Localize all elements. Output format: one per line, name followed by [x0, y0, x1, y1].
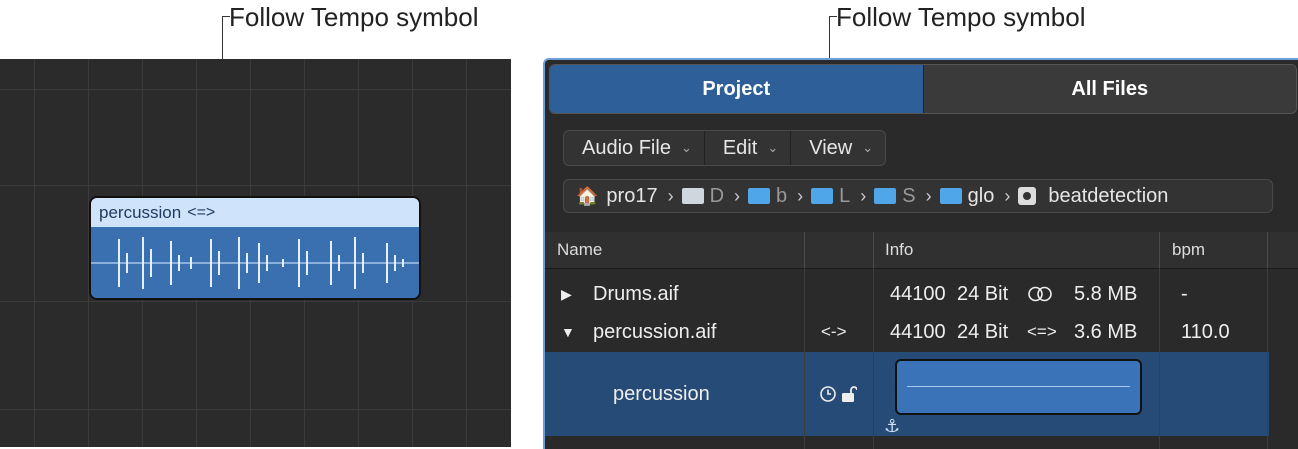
path-item-disk[interactable]: beatdetection — [1018, 185, 1168, 208]
follow-tempo-symbol: <=> — [187, 203, 216, 221]
view-menu[interactable]: View ⌄ — [791, 131, 885, 165]
sample-rate: 44100 — [890, 282, 946, 305]
path-item-label: beatdetection — [1048, 184, 1169, 207]
track-separator — [0, 301, 511, 302]
anchor-icon[interactable]: ⚓ — [884, 416, 900, 437]
callout-right-label: Follow Tempo symbol — [836, 2, 1086, 32]
tab-all-files[interactable]: All Files — [922, 65, 1296, 113]
audio-file-menu-label: Audio File — [582, 136, 671, 159]
browser-panel: Project All Files Audio File ⌄ Edit ⌄ Vi… — [543, 58, 1298, 449]
column-separator — [1267, 232, 1268, 268]
region-header[interactable]: percussion <=> — [91, 198, 419, 227]
path-item-label: pro17 — [606, 184, 658, 207]
disclosure-down-icon[interactable]: ▼ — [561, 312, 575, 352]
bpm-value: - — [1181, 282, 1188, 305]
track-separator — [0, 185, 511, 186]
edit-menu[interactable]: Edit ⌄ — [705, 131, 792, 165]
bit-depth: 24 Bit — [957, 320, 1009, 343]
path-item-label: glo — [967, 184, 995, 207]
file-size: 3.6 MB — [1074, 320, 1138, 343]
column-separator — [804, 232, 805, 268]
chevron-down-icon: ⌄ — [767, 140, 779, 155]
chevron-down-icon: ⌄ — [862, 140, 874, 155]
tracks-area[interactable]: percussion <=> — [0, 59, 511, 447]
column-separator — [1159, 232, 1160, 268]
track-separator — [0, 89, 511, 90]
lock-open-icon[interactable] — [841, 374, 857, 414]
edit-menu-label: Edit — [722, 136, 758, 159]
folder-icon — [748, 188, 771, 204]
waveform-icon — [91, 237, 419, 289]
path-separator-icon: › — [797, 185, 804, 206]
path-separator-icon: › — [667, 185, 674, 206]
browser-tabs: Project All Files — [549, 64, 1297, 114]
stereo-icon — [1027, 274, 1053, 314]
path-separator-icon: › — [734, 185, 741, 206]
column-header-info[interactable]: Info — [885, 232, 913, 268]
path-separator-icon: › — [1004, 185, 1011, 206]
path-item-label: S — [902, 184, 916, 207]
column-header-name[interactable]: Name — [557, 232, 602, 268]
path-item-label: L — [839, 184, 851, 207]
audio-file-menu[interactable]: Audio File ⌄ — [564, 131, 705, 165]
region-thumbnail[interactable] — [895, 359, 1142, 415]
home-icon: 🏠 — [576, 185, 599, 206]
region-waveform — [91, 229, 419, 298]
region-name: percussion — [99, 202, 182, 222]
track-separator — [0, 409, 511, 410]
folder-icon — [811, 188, 834, 204]
folder-icon — [874, 188, 897, 204]
table-header: Name Info bpm — [545, 232, 1298, 269]
file-table: Name Info bpm ▶ Drums.aif 44100 24 Bit 5… — [545, 232, 1298, 449]
path-bar: 🏠 pro17 › D › b › L › S › glo › beatdete… — [563, 179, 1273, 213]
follow-tempo-flag: <-> — [821, 322, 847, 341]
callout-right-leader-tick — [829, 16, 837, 17]
column-separator — [873, 232, 874, 268]
file-name: percussion.aif — [593, 320, 717, 343]
path-item-folder[interactable]: b — [748, 185, 787, 208]
clock-icon[interactable] — [819, 374, 837, 414]
path-item-home[interactable]: 🏠 pro17 — [576, 185, 658, 208]
bpm-value: 110.0 — [1181, 320, 1230, 343]
path-item-folder[interactable]: S — [874, 184, 916, 208]
disk-icon — [1018, 187, 1037, 205]
path-separator-icon: › — [925, 185, 932, 206]
table-row[interactable]: ▶ Drums.aif 44100 24 Bit 5.8 MB - — [545, 274, 1298, 314]
path-item-folder[interactable]: glo — [939, 184, 995, 208]
column-header-bpm[interactable]: bpm — [1172, 232, 1205, 268]
tab-project[interactable]: Project — [550, 65, 923, 113]
view-menu-label: View — [809, 136, 853, 159]
waveform-line — [907, 386, 1130, 387]
grid-line — [466, 59, 467, 447]
file-size: 5.8 MB — [1074, 282, 1138, 305]
audio-region[interactable]: percussion <=> — [89, 196, 421, 300]
disclosure-right-icon[interactable]: ▶ — [561, 274, 572, 314]
folder-icon — [939, 188, 962, 204]
follow-tempo-symbol: <=> — [1027, 322, 1057, 341]
path-separator-icon: › — [860, 185, 867, 206]
table-row[interactable]: ▼ percussion.aif <-> 44100 24 Bit <=> 3.… — [545, 312, 1298, 352]
bit-depth: 24 Bit — [957, 282, 1009, 305]
path-item-folder[interactable]: D — [681, 184, 725, 208]
chevron-down-icon: ⌄ — [680, 140, 692, 155]
grid-line — [34, 59, 35, 447]
region-name: percussion — [613, 382, 710, 405]
path-item-label: b — [776, 184, 788, 207]
browser-menubar: Audio File ⌄ Edit ⌄ View ⌄ — [563, 130, 887, 166]
path-item-folder[interactable]: L — [811, 185, 850, 208]
path-item-label: D — [709, 184, 725, 207]
callout-left-label: Follow Tempo symbol — [229, 2, 479, 32]
folder-icon — [681, 188, 704, 204]
sample-rate: 44100 — [890, 320, 946, 343]
callout-left-leader-tick — [222, 16, 230, 17]
file-name: Drums.aif — [593, 282, 679, 305]
